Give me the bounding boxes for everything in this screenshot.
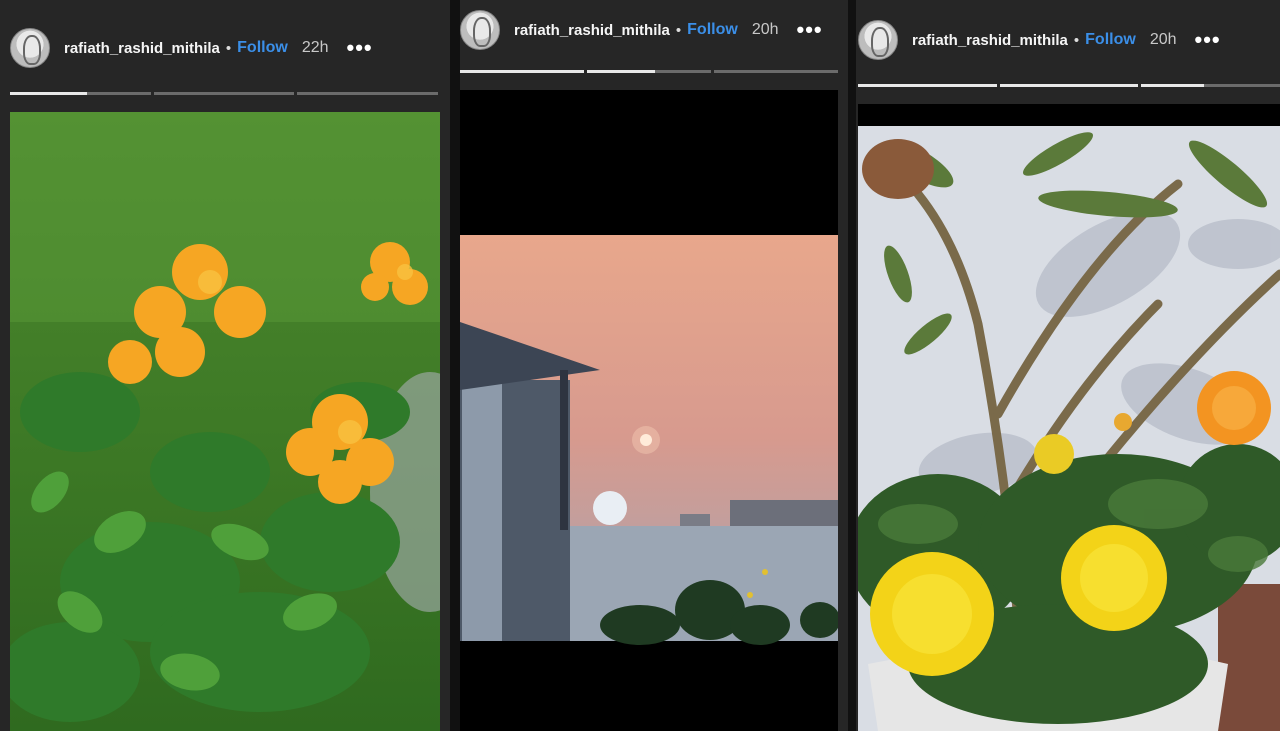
story-image: [858, 104, 1280, 731]
follow-button[interactable]: Follow: [687, 21, 738, 39]
username[interactable]: rafiath_rashid_mithila: [514, 22, 670, 39]
sunset-rooftop-image: [460, 90, 838, 731]
story-progress: [10, 92, 439, 95]
progress-segment: [858, 84, 997, 87]
timestamp: 20h: [1149, 31, 1177, 48]
progress-segment: [153, 92, 295, 95]
follow-button[interactable]: Follow: [1085, 31, 1136, 49]
story-panel-1[interactable]: rafiath_rashid_mithila • Follow 22h •••: [0, 0, 450, 731]
story-header: rafiath_rashid_mithila • Follow 20h •••: [460, 10, 848, 50]
progress-segment: [297, 92, 439, 95]
story-image: [10, 112, 440, 731]
story-progress: [460, 70, 838, 73]
progress-segment: [10, 92, 151, 95]
timestamp: 20h: [751, 21, 779, 38]
more-options-icon[interactable]: •••: [797, 19, 823, 41]
more-options-icon[interactable]: •••: [347, 37, 373, 59]
story-header: rafiath_rashid_mithila • Follow 20h •••: [858, 20, 1280, 60]
panel-divider: [848, 0, 856, 731]
follow-button[interactable]: Follow: [237, 39, 288, 57]
avatar[interactable]: [460, 10, 500, 50]
panel-divider: [450, 0, 460, 731]
progress-segment: [460, 70, 584, 73]
progress-segment: [999, 84, 1139, 87]
story-progress: [858, 84, 1280, 87]
separator-dot: •: [675, 21, 682, 39]
username[interactable]: rafiath_rashid_mithila: [912, 32, 1068, 49]
progress-segment: [714, 70, 838, 73]
story-panel-2[interactable]: rafiath_rashid_mithila • Follow 20h •••: [460, 0, 848, 731]
timestamp: 22h: [301, 39, 329, 56]
separator-dot: •: [225, 39, 232, 57]
username[interactable]: rafiath_rashid_mithila: [64, 40, 220, 57]
avatar[interactable]: [858, 20, 898, 60]
story-header: rafiath_rashid_mithila • Follow 22h •••: [10, 28, 450, 68]
marigold-plant-image: [858, 104, 1280, 731]
more-options-icon[interactable]: •••: [1195, 29, 1221, 51]
story-panel-3[interactable]: rafiath_rashid_mithila • Follow 20h •••: [856, 0, 1280, 731]
progress-segment: [587, 70, 711, 73]
story-image: [460, 90, 838, 731]
avatar[interactable]: [10, 28, 50, 68]
stories-viewer: rafiath_rashid_mithila • Follow 22h •••: [0, 0, 1280, 731]
orange-flowers-image: [10, 112, 440, 731]
progress-segment: [1141, 84, 1280, 87]
separator-dot: •: [1073, 31, 1080, 49]
